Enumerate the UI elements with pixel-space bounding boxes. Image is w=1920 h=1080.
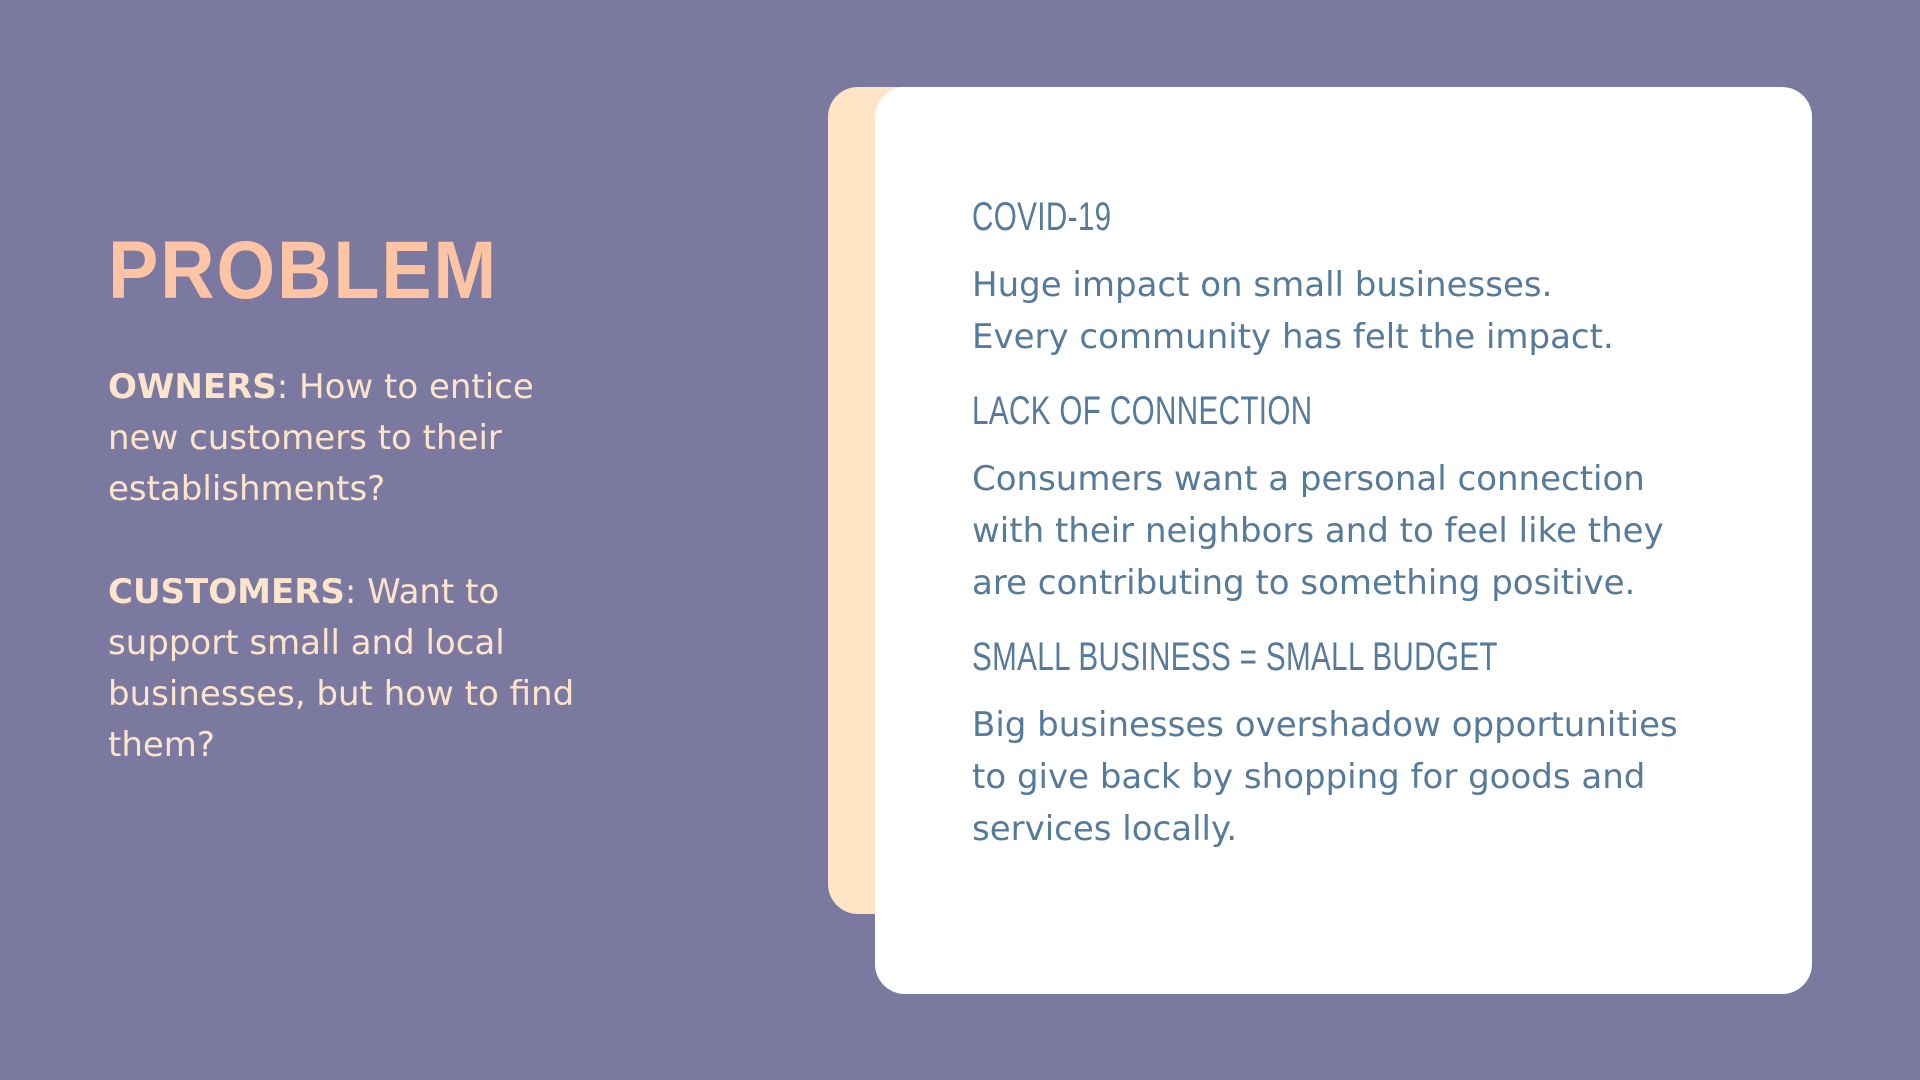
left-column: PROBLEM OWNERS: How to entice new custom… xyxy=(108,230,578,823)
slide: PROBLEM OWNERS: How to entice new custom… xyxy=(0,0,1920,1080)
section-line: Huge impact on small businesses. xyxy=(972,265,1553,305)
owners-label: OWNERS xyxy=(108,367,277,407)
section-body: Consumers want a personal connection wit… xyxy=(972,453,1752,609)
section-covid: COVID-19 Huge impact on small businesses… xyxy=(972,197,1752,363)
owners-paragraph: OWNERS: How to entice new customers to t… xyxy=(108,362,578,515)
customers-paragraph: CUSTOMERS: Want to support small and loc… xyxy=(108,567,578,771)
section-budget: SMALL BUSINESS = SMALL BUDGET Big busine… xyxy=(972,637,1752,855)
section-heading: COVID-19 xyxy=(972,195,1112,239)
section-line: to give back by shopping for goods and xyxy=(972,757,1646,797)
customers-label: CUSTOMERS xyxy=(108,572,345,612)
section-body: Big businesses overshadow opportunities … xyxy=(972,699,1752,855)
section-line: services locally. xyxy=(972,809,1238,849)
card-content: COVID-19 Huge impact on small businesses… xyxy=(972,197,1752,883)
section-heading: SMALL BUSINESS = SMALL BUDGET xyxy=(972,635,1498,679)
section-line: Big businesses overshadow opportunities xyxy=(972,705,1678,745)
section-line: with their neighbors and to feel like th… xyxy=(972,511,1664,551)
section-connection: LACK OF CONNECTION Consumers want a pers… xyxy=(972,391,1752,609)
section-line: Consumers want a personal connection xyxy=(972,459,1645,499)
section-line: Every community has felt the impact. xyxy=(972,317,1614,357)
slide-title: PROBLEM xyxy=(108,225,499,316)
section-body: Huge impact on small businesses. Every c… xyxy=(972,259,1752,363)
section-line: are contributing to something positive. xyxy=(972,563,1636,603)
content-card: COVID-19 Huge impact on small businesses… xyxy=(875,87,1812,994)
section-heading: LACK OF CONNECTION xyxy=(972,389,1313,433)
